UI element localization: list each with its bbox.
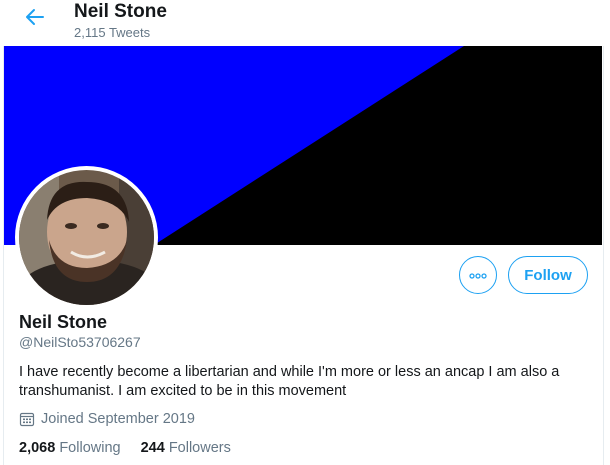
avatar[interactable] <box>15 166 158 309</box>
arrow-left-icon <box>25 8 45 31</box>
follow-button[interactable]: Follow <box>508 256 588 294</box>
tweet-count: 2,115 Tweets <box>74 25 151 40</box>
avatar-photo <box>19 170 154 305</box>
following-link[interactable]: 2,068 Following <box>19 440 121 456</box>
more-button[interactable] <box>459 256 497 294</box>
profile-stats: 2,068 Following 244 Followers <box>19 440 251 456</box>
header-title: Neil Stone <box>74 1 167 22</box>
back-button[interactable] <box>22 6 48 32</box>
joined-date: Joined September 2019 <box>19 411 195 427</box>
right-border <box>603 46 604 465</box>
more-icon <box>469 266 487 284</box>
following-count: 2,068 <box>19 440 56 456</box>
top-bar: Neil Stone 2,115 Tweets <box>0 0 610 46</box>
profile-name: Neil Stone <box>19 312 108 332</box>
calendar-icon <box>19 411 35 427</box>
followers-link[interactable]: 244 Followers <box>141 440 231 456</box>
profile-handle: @NeilSto53706267 <box>19 334 141 350</box>
joined-text: Joined September 2019 <box>41 411 195 427</box>
following-label: Following <box>59 440 121 456</box>
followers-label: Followers <box>168 440 231 456</box>
followers-count: 244 <box>140 440 165 456</box>
profile-bio: I have recently become a libertarian and… <box>19 364 560 399</box>
